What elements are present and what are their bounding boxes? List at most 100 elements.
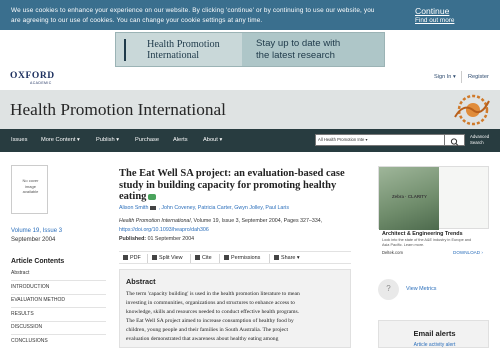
article-toolbar: PDF Split View Cite Permissions Share ▾ [119, 251, 351, 264]
cite-label: Cite [202, 255, 212, 261]
ad-logo-block: Health Promotion International [116, 33, 242, 66]
ad-logo-line-1: Health Promotion [147, 39, 220, 50]
author-links-rest[interactable]: , John Coveney, Patricia Carter, Gwyn Jo… [158, 205, 289, 211]
abstract-line: The Eat Well SA project aimed to increas… [126, 318, 294, 324]
issue-date: September 2004 [11, 237, 56, 243]
ad-tagline-line-2: the latest research [256, 50, 335, 61]
toc-divider [11, 294, 106, 295]
article-title-line-3-text: eating [119, 191, 147, 203]
ad-brand-mark: Zebra · CLARITY [392, 194, 427, 199]
cookie-find-out-more-link[interactable]: Find out more [415, 17, 454, 24]
cookie-message: We use cookies to enhance your experienc… [11, 6, 391, 25]
register-link[interactable]: Register [468, 74, 489, 80]
toc-item-conclusions[interactable]: CONCLUSIONS [11, 338, 48, 344]
toc-item-introduction[interactable]: INTRODUCTION [11, 284, 49, 290]
cover-placeholder-text: No cover image available [12, 178, 49, 195]
toolbar-divider [269, 254, 270, 263]
search-button[interactable] [445, 134, 465, 146]
ad-tagline-line-1: Stay up to date with [256, 38, 341, 49]
nav-alerts[interactable]: Alerts [173, 137, 188, 143]
author-list: Alison Smith , John Coveney, Patricia Car… [119, 205, 289, 211]
main-nav: Issues More Content ▾ Publish ▾ Purchase… [0, 129, 500, 152]
author-link-first[interactable]: Alison Smith [119, 205, 148, 211]
advanced-search-link[interactable]: Advanced Search [470, 134, 489, 146]
email-envelope-icon[interactable] [150, 205, 157, 210]
search-scope-select[interactable]: All Health Promotion Inte ▾ [318, 137, 368, 142]
share-label: Share ▾ [281, 255, 300, 261]
published-label: Published: [119, 236, 147, 242]
sidebar-ad-sponsor: Deltek.com [382, 250, 403, 255]
article-title: The Eat Well SA project: an evaluation-b… [119, 168, 351, 203]
citation-journal: Health Promotion International [119, 218, 191, 224]
email-alerts-box: Email alerts Article activity alert [378, 320, 489, 348]
article-title-line-3: eating [119, 191, 351, 203]
abstract-line: children, young people and their familie… [126, 327, 289, 333]
oxford-logo-sub: ACADEMIC [30, 81, 52, 85]
published-date: Published: 01 September 2004 [119, 236, 194, 242]
share-icon [274, 255, 279, 260]
pdf-button[interactable]: PDF [123, 255, 141, 261]
split-view-label: Split View [159, 255, 183, 261]
journal-title[interactable]: Health Promotion International [10, 100, 226, 120]
article-title-line-2: study in building capacity for promoting… [119, 179, 337, 191]
toolbar-divider [147, 254, 148, 263]
sidebar-ad-text: Asia Pacific. Learn more. [382, 243, 425, 247]
nav-more-content[interactable]: More Content ▾ [41, 137, 80, 143]
journal-logo-icon [454, 94, 490, 126]
sidebar-ad-download-link[interactable]: DOWNLOAD › [453, 250, 483, 255]
nav-purchase[interactable]: Purchase [135, 137, 159, 143]
article-activity-alert-link[interactable]: Article activity alert [379, 342, 490, 348]
question-icon: ? [386, 284, 391, 293]
toolbar-divider [190, 254, 191, 263]
gear-icon [224, 255, 229, 260]
quote-icon [195, 255, 200, 260]
ad-logo-line-2: International [147, 50, 200, 61]
abstract-line: investing in communities, organizations … [126, 300, 295, 306]
abstract-heading: Abstract [126, 277, 156, 286]
hpi-mark-icon [124, 39, 142, 61]
abstract-line: evaluation demonstrated that awareness a… [126, 336, 279, 342]
citation-details: , Volume 19, Issue 3, September 2004, Pa… [190, 218, 323, 224]
permissions-button[interactable]: Permissions [224, 255, 260, 261]
sign-in-link[interactable]: Sign In ▾ [434, 74, 456, 80]
oxford-logo[interactable]: OXFORD [10, 71, 55, 81]
toc-item-results[interactable]: RESULTS [11, 311, 34, 317]
cookie-message-line-2: are agreeing to our use of cookies. You … [11, 16, 263, 24]
email-alerts-heading: Email alerts [413, 329, 456, 338]
nav-publish[interactable]: Publish ▾ [96, 137, 119, 143]
toc-divider [11, 280, 106, 281]
metrics-badge[interactable]: ? [378, 279, 399, 300]
toc-item-discussion[interactable]: DISCUSSION [11, 324, 42, 330]
nav-issues[interactable]: Issues [11, 137, 27, 143]
toolbar-divider [219, 254, 220, 263]
pdf-label: PDF [130, 255, 141, 261]
view-metrics-link[interactable]: View Metrics [406, 286, 436, 292]
article-contents-heading: Article Contents [11, 258, 65, 265]
issue-volume-link[interactable]: Volume 19, Issue 3 [11, 228, 62, 234]
toc-item-evaluation-method[interactable]: EVALUATION METHOD [11, 297, 65, 303]
sidebar-ad-image[interactable]: Zebra · CLARITY [378, 166, 489, 230]
cookie-continue-link[interactable]: Continue [415, 6, 449, 16]
abstract-section: Abstract The term 'capacity building' is… [119, 269, 351, 348]
cite-button[interactable]: Cite [195, 255, 212, 261]
search-icon [450, 138, 459, 146]
cookie-message-line-1: We use cookies to enhance your experienc… [11, 7, 375, 14]
share-button[interactable]: Share ▾ [274, 255, 300, 261]
toc-divider [11, 307, 106, 308]
advanced-search-line-2: Search [470, 140, 484, 145]
toc-item-abstract[interactable]: Abstract [11, 270, 29, 276]
toc-divider [11, 321, 106, 322]
sidebar-ad-heading[interactable]: Architect & Engineering Trends [382, 231, 463, 237]
ad-banner[interactable]: Health Promotion International Stay up t… [115, 32, 385, 67]
issue-cover[interactable]: No cover image available [11, 165, 48, 214]
doi-link[interactable]: https://doi.org/10.1093/heapro/dah306 [119, 227, 209, 233]
split-view-button[interactable]: Split View [152, 255, 183, 261]
search-input[interactable]: All Health Promotion Inte ▾ [315, 134, 445, 146]
published-value: 01 September 2004 [147, 236, 195, 242]
cookie-banner: We use cookies to enhance your experienc… [0, 0, 500, 30]
journal-header: Health Promotion International [0, 90, 500, 129]
free-access-icon [148, 194, 157, 200]
header-divider [461, 71, 462, 83]
nav-about[interactable]: About ▾ [203, 137, 222, 143]
permissions-label: Permissions [231, 255, 261, 261]
